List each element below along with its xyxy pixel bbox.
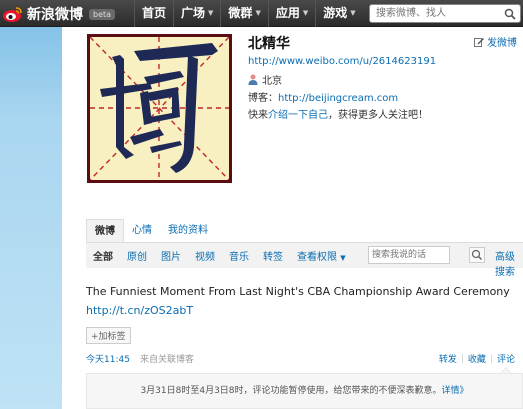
feed-search bbox=[368, 246, 450, 264]
person-icon bbox=[248, 74, 258, 85]
filter-all[interactable]: 全部 bbox=[86, 248, 120, 263]
chevron-down-icon: ▼ bbox=[340, 254, 346, 262]
nav-label: 广场 bbox=[181, 6, 206, 20]
beta-badge: beta bbox=[89, 8, 116, 20]
filter-videos[interactable]: 视频 bbox=[188, 248, 222, 263]
profile-blog: 博客：http://beijingcream.com bbox=[248, 89, 398, 104]
filter-original[interactable]: 原创 bbox=[120, 248, 154, 263]
weibo-eye-icon bbox=[3, 7, 22, 22]
profile-panel: 北精华 发微博 http://www.weibo.com/u/261462319… bbox=[62, 27, 523, 409]
chevron-down-icon: ▼ bbox=[208, 9, 214, 17]
top-bar: 新浪微博 beta 首页 广场 ▼ 微群 ▼ 应用 ▼ 游戏 ▼ bbox=[0, 0, 523, 27]
intro-suffix: ，获得更多人关注吧！ bbox=[328, 110, 428, 121]
main-nav: 首页 广场 ▼ 微群 ▼ 应用 ▼ 游戏 ▼ bbox=[134, 0, 363, 27]
nav-item-games[interactable]: 游戏 ▼ bbox=[316, 0, 362, 27]
post-source: 来自关联博客 bbox=[140, 355, 195, 365]
search-icon bbox=[471, 249, 483, 261]
profile-location: 北京 bbox=[248, 72, 282, 87]
search-input[interactable] bbox=[370, 5, 500, 22]
filter-pictures[interactable]: 图片 bbox=[154, 248, 188, 263]
advanced-search-link[interactable]: 高级搜索 bbox=[495, 248, 523, 278]
nav-item-square[interactable]: 广场 ▼ bbox=[174, 0, 220, 27]
avatar[interactable] bbox=[87, 34, 232, 183]
global-search bbox=[369, 4, 521, 23]
comment-button[interactable]: 评论 bbox=[493, 352, 519, 365]
blog-link[interactable]: http://beijingcream.com bbox=[278, 93, 398, 104]
edit-icon bbox=[474, 37, 484, 47]
post-time[interactable]: 今天11:45 bbox=[86, 352, 130, 365]
profile-intro: 快来介绍一下自己，获得更多人关注吧！ bbox=[248, 106, 428, 121]
profile-name: 北精华 bbox=[248, 36, 290, 52]
tab-my-info[interactable]: 我的资料 bbox=[160, 219, 216, 242]
nav-label: 微群 bbox=[228, 6, 253, 20]
repost-button[interactable]: 转发 bbox=[435, 352, 461, 365]
nav-label: 游戏 bbox=[323, 6, 348, 20]
filter-tags[interactable]: 转签 bbox=[256, 248, 290, 263]
nav-label: 应用 bbox=[275, 6, 300, 20]
favorite-button[interactable]: 收藏 bbox=[464, 352, 490, 365]
filter-music[interactable]: 音乐 bbox=[222, 248, 256, 263]
chevron-down-icon: ▼ bbox=[255, 9, 261, 17]
nav-item-home[interactable]: 首页 bbox=[135, 0, 173, 27]
notice-details-link[interactable]: 详情》 bbox=[442, 386, 469, 396]
nav-item-apps[interactable]: 应用 ▼ bbox=[269, 0, 315, 27]
chevron-down-icon: ▼ bbox=[302, 9, 309, 17]
intro-link[interactable]: 介绍一下自己 bbox=[268, 110, 328, 121]
profile-tabs: 微博 心情 我的资料 bbox=[86, 219, 523, 243]
weibo-logo[interactable]: 新浪微博 beta bbox=[2, 3, 116, 25]
nav-item-groups[interactable]: 微群 ▼ bbox=[221, 0, 267, 27]
logo-text: 新浪微博 bbox=[27, 7, 83, 23]
profile-url-link[interactable]: http://www.weibo.com/u/2614623191 bbox=[248, 56, 436, 67]
comment-notice: 3月31日8时至4月3日8时，评论功能暂停使用，给您带来的不便深表歉意。详情》 bbox=[86, 373, 523, 409]
location-text: 北京 bbox=[262, 76, 282, 87]
tab-weibo[interactable]: 微博 bbox=[86, 219, 124, 242]
post-text: The Funniest Moment From Last Night's CB… bbox=[86, 285, 510, 298]
nav-label: 首页 bbox=[142, 6, 167, 20]
blog-label: 博客： bbox=[248, 93, 278, 104]
feed-search-input[interactable] bbox=[369, 248, 447, 262]
filter-permissions[interactable]: 查看权限 ▼ bbox=[290, 248, 353, 263]
calligraphy-avatar-image bbox=[89, 36, 230, 181]
search-icon[interactable] bbox=[504, 8, 516, 20]
chevron-down-icon: ▼ bbox=[350, 9, 356, 17]
add-tag-button[interactable]: +加标签 bbox=[86, 327, 131, 344]
notice-text: 3月31日8时至4月3日8时，评论功能暂停使用，给您带来的不便深表歉意。 bbox=[140, 386, 442, 396]
post-link[interactable]: http://t.cn/zOS2abT bbox=[86, 304, 193, 317]
intro-prefix: 快来 bbox=[248, 110, 268, 121]
post-actions: 转发 | 收藏 | 评论 bbox=[435, 352, 519, 366]
compose-link[interactable]: 发微博 bbox=[474, 34, 517, 49]
feed-filter-bar: 全部 原创 图片 视频 音乐 转签 查看权限 ▼ 高级搜索 bbox=[86, 243, 523, 278]
compose-link-label: 发微博 bbox=[487, 38, 517, 49]
tab-mood[interactable]: 心情 bbox=[124, 219, 160, 242]
feed-search-button[interactable] bbox=[469, 247, 485, 263]
filter-permissions-label: 查看权限 bbox=[297, 252, 337, 263]
